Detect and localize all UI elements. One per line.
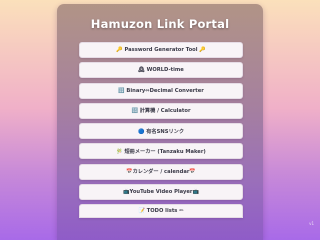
corner-version-text: v1 [309,221,314,226]
link-label: 📅カレンダー / calendar📅 [126,169,196,176]
binary-decimal-converter-link[interactable]: 🔢 Binary⇔Decimal Converter [79,82,243,99]
link-label: 📺YouTube Video Player📺 [123,189,199,196]
world-time-link[interactable]: 🕰 WORLD-time [79,62,243,79]
link-label: 🔢 計算機 / Calculator [131,108,191,115]
password-generator-link[interactable]: 🔑 Password Generator Tool 🔑 [79,42,243,58]
portal-title: Hamuzon Link Portal [90,17,230,31]
link-label: 🔢 Binary⇔Decimal Converter [118,87,204,94]
link-label: 🎋 短冊メーカー (Tanzaku Maker) [116,148,206,155]
calendar-link[interactable]: 📅カレンダー / calendar📅 [79,163,243,180]
sns-links-link[interactable]: 🔵 有名SNSリンク [79,123,243,140]
calculator-link[interactable]: 🔢 計算機 / Calculator [79,102,243,119]
tanzaku-maker-link[interactable]: 🎋 短冊メーカー (Tanzaku Maker) [79,143,243,160]
link-label: 🔵 有名SNSリンク [137,128,185,135]
link-label: 📝 TODO lists ✏ [138,208,184,215]
link-label: 🕰 WORLD-time [138,67,184,74]
link-list: 🔑 Password Generator Tool 🔑 🕰 WORLD-time… [79,42,243,223]
link-label: 🔑 Password Generator Tool 🔑 [116,47,206,53]
link-portal-panel: Hamuzon Link Portal 🔑 Password Generator… [57,4,263,240]
todo-lists-link[interactable]: 📝 TODO lists ✏ [79,204,243,219]
youtube-video-player-link[interactable]: 📺YouTube Video Player📺 [79,184,243,201]
